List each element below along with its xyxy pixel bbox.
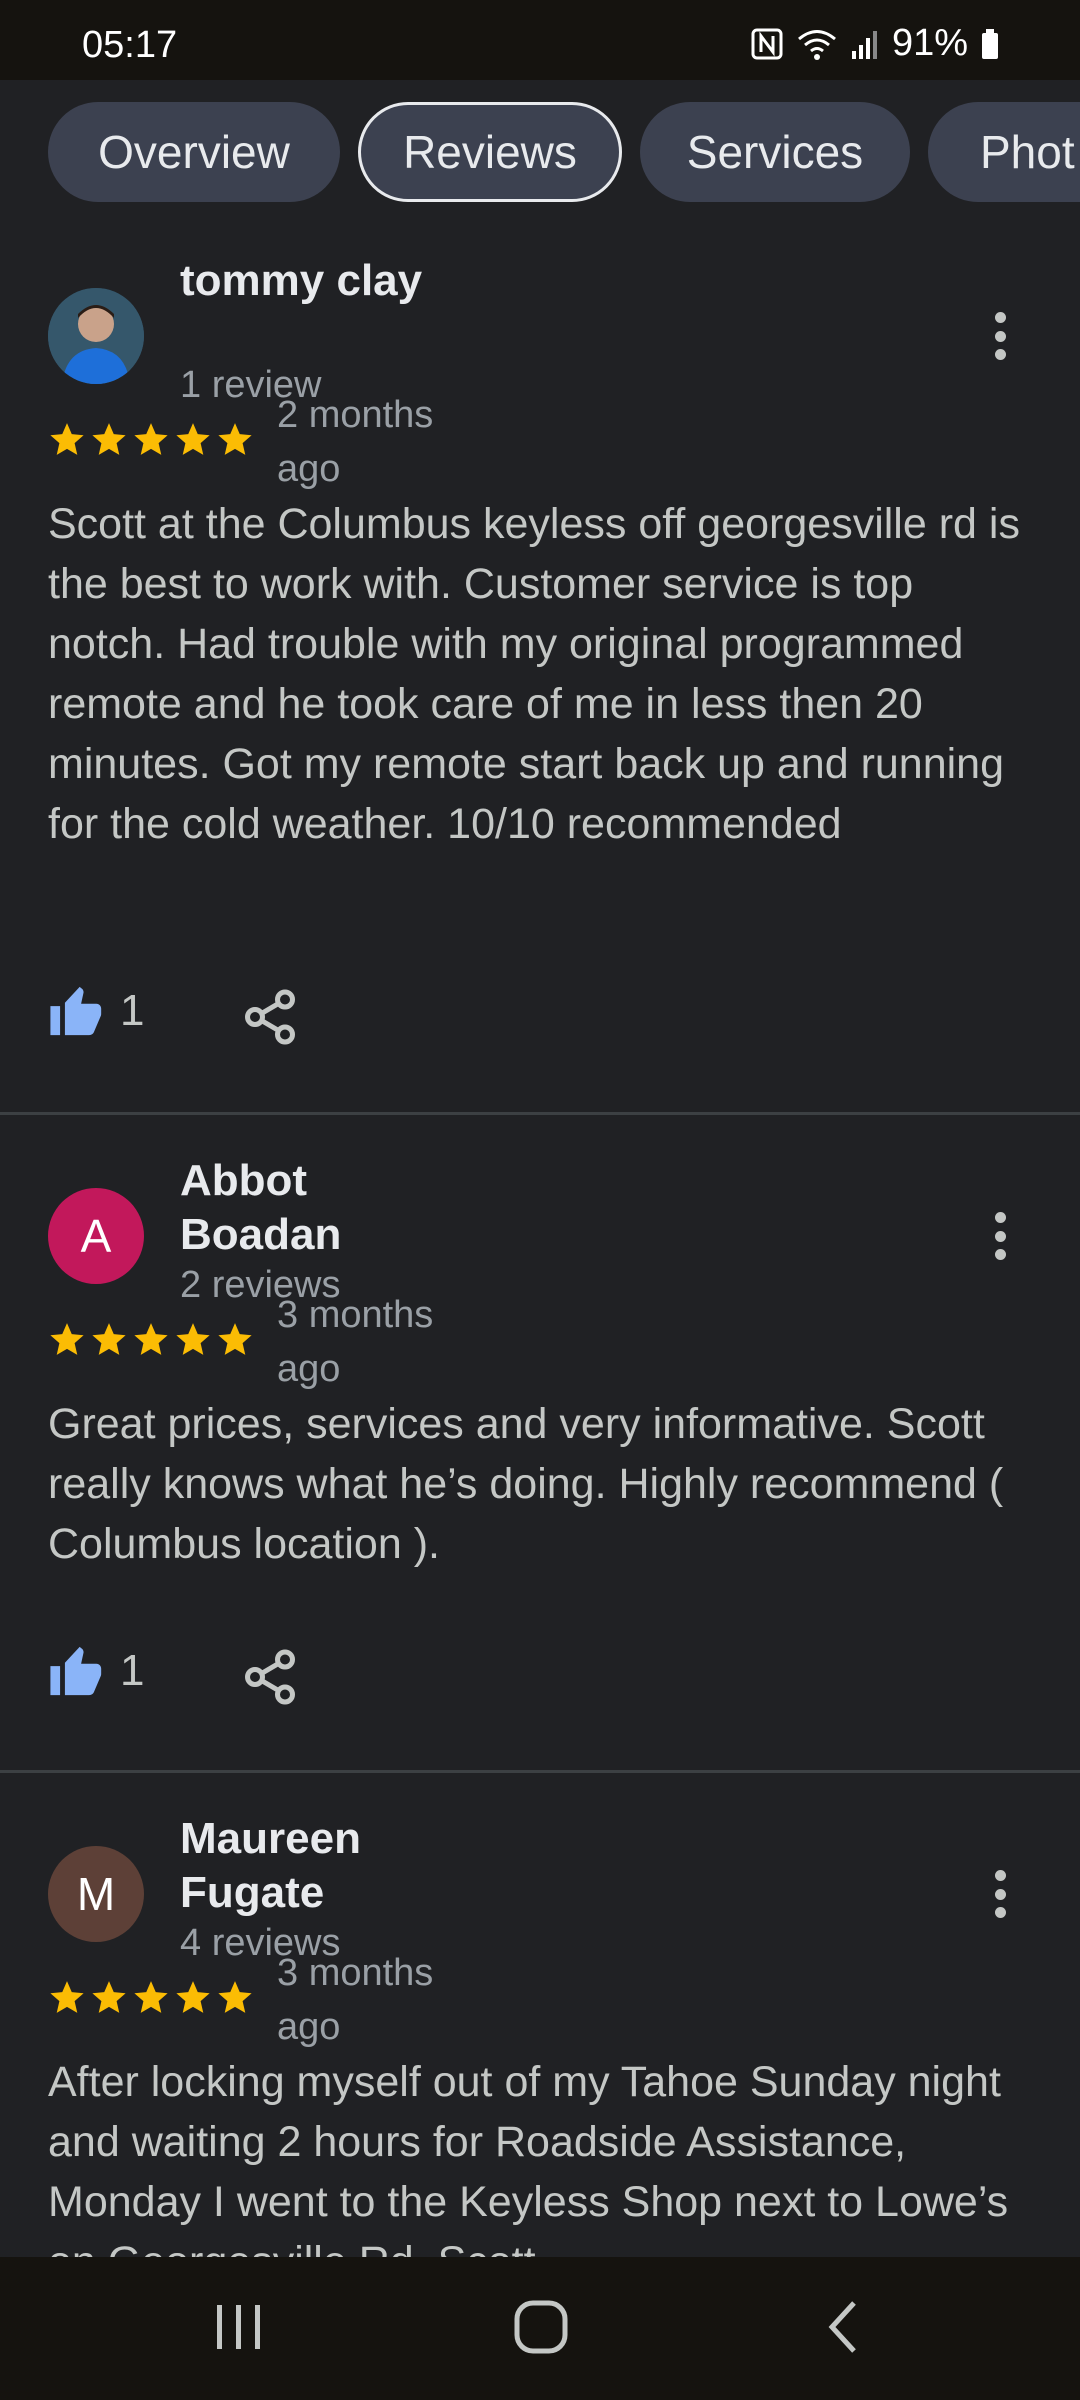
avatar[interactable] xyxy=(48,288,144,384)
tab-bar: Overview Reviews Services Phot xyxy=(0,80,1080,230)
review-date: 3 months ago xyxy=(277,1952,434,2048)
nfc-icon xyxy=(750,27,784,61)
tab-services[interactable]: Services xyxy=(640,102,910,202)
reviewer-name[interactable]: Abbot Boadan xyxy=(180,1154,440,1262)
tab-reviews[interactable]: Reviews xyxy=(358,102,622,202)
star-icon xyxy=(218,423,252,455)
star-icon xyxy=(176,1323,210,1355)
review-date: 2 months ago xyxy=(277,394,434,490)
like-button[interactable]: 1 xyxy=(48,984,144,1038)
star-icon xyxy=(218,1981,252,2013)
avatar[interactable]: A xyxy=(48,1188,144,1284)
star-icon xyxy=(176,423,210,455)
status-time: 05:17 xyxy=(82,24,178,66)
battery-percent: 91% xyxy=(891,22,968,64)
star-icon xyxy=(92,423,126,455)
divider xyxy=(0,1112,1080,1115)
star-rating xyxy=(48,420,254,458)
divider xyxy=(0,1770,1080,1773)
star-rating xyxy=(48,1978,254,2016)
star-icon xyxy=(92,1981,126,2013)
status-icons: 91% xyxy=(750,22,1000,65)
navigation-bar xyxy=(0,2257,1080,2400)
tab-overview[interactable]: Overview xyxy=(48,102,340,202)
more-options-icon[interactable] xyxy=(980,1206,1020,1266)
home-icon[interactable] xyxy=(496,2287,586,2367)
thumbs-up-icon xyxy=(50,986,102,1036)
more-options-icon[interactable] xyxy=(980,1864,1020,1924)
avatar[interactable]: M xyxy=(48,1846,144,1942)
review-card: M Maureen Fugate 4 reviews 3 months ago … xyxy=(0,1788,1080,2257)
signal-icon xyxy=(850,27,880,61)
star-icon xyxy=(50,423,84,455)
tab-photos[interactable]: Phot xyxy=(928,102,1080,202)
star-icon xyxy=(50,1323,84,1355)
star-icon xyxy=(134,1323,168,1355)
recent-apps-icon[interactable] xyxy=(194,2287,284,2367)
star-icon xyxy=(50,1981,84,2013)
star-icon xyxy=(134,1981,168,2013)
star-icon xyxy=(218,1323,252,1355)
share-icon[interactable] xyxy=(240,987,300,1047)
star-rating xyxy=(48,1320,254,1358)
battery-icon xyxy=(980,27,1000,61)
reviewer-name[interactable]: tommy clay xyxy=(180,254,440,308)
star-icon xyxy=(176,1981,210,2013)
back-icon[interactable] xyxy=(800,2287,890,2367)
wifi-icon xyxy=(796,27,838,61)
like-count: 1 xyxy=(120,986,145,1035)
reviewer-name[interactable]: Maureen Fugate xyxy=(180,1812,440,1920)
star-icon xyxy=(134,423,168,455)
status-bar: 05:17 91% xyxy=(0,0,1080,80)
star-icon xyxy=(92,1323,126,1355)
review-text: After locking myself out of my Tahoe Sun… xyxy=(48,2058,1009,2257)
review-card: tommy clay 1 review 2 months ago Scott a… xyxy=(0,230,1080,1110)
like-count: 1 xyxy=(120,1646,145,1695)
thumbs-up-icon xyxy=(50,1646,102,1696)
share-icon[interactable] xyxy=(240,1647,300,1707)
more-options-icon[interactable] xyxy=(980,306,1020,366)
review-text: Great prices, services and very informat… xyxy=(48,1400,1004,1568)
review-card: A Abbot Boadan 2 reviews 3 months ago Gr… xyxy=(0,1130,1080,1770)
review-date: 3 months ago xyxy=(277,1294,434,1390)
like-button[interactable]: 1 xyxy=(48,1644,144,1698)
review-text: Scott at the Columbus keyless off george… xyxy=(48,500,1020,848)
